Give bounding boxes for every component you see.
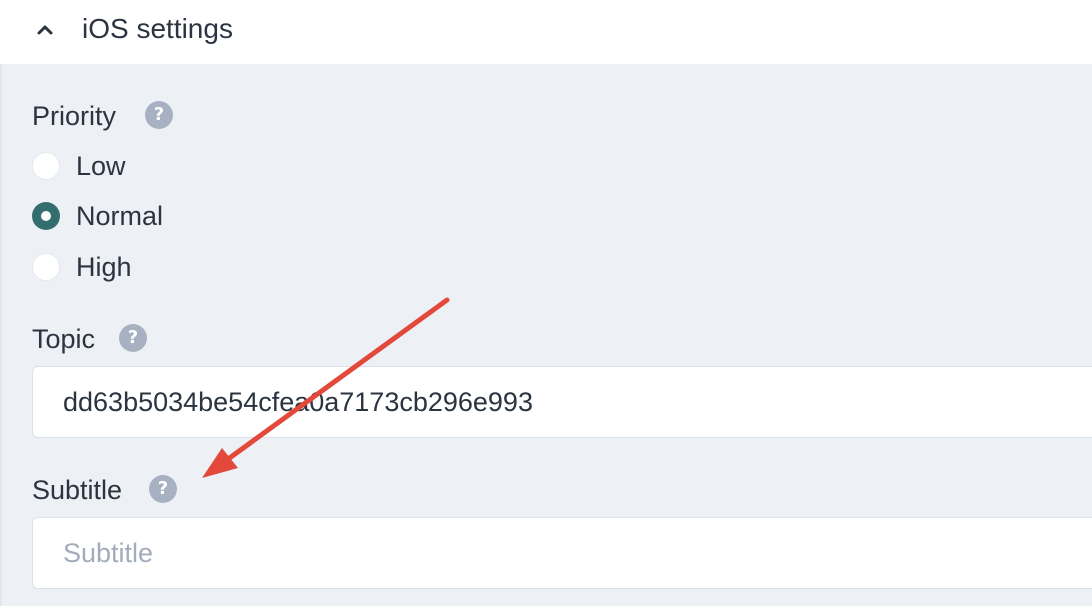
topic-help-icon[interactable]: ? (119, 324, 147, 352)
subtitle-label: Subtitle (32, 475, 123, 505)
priority-label: Priority (32, 101, 117, 131)
topic-label: Topic (32, 324, 96, 354)
priority-option-normal[interactable]: Normal (32, 199, 163, 233)
radio-high[interactable] (32, 253, 60, 281)
ios-settings-panel: Priority ? Low Normal High Topic ? Subti… (0, 64, 1092, 606)
priority-option-low[interactable]: Low (32, 149, 126, 183)
ios-settings-section-header[interactable]: iOS settings (0, 0, 1092, 64)
subtitle-input[interactable] (32, 517, 1092, 589)
radio-high-label: High (76, 252, 132, 282)
chevron-up-icon[interactable] (33, 18, 57, 42)
priority-help-icon[interactable]: ? (145, 101, 173, 129)
radio-normal-label: Normal (76, 201, 164, 231)
radio-low[interactable] (32, 152, 60, 180)
radio-normal[interactable] (32, 202, 60, 230)
topic-input[interactable] (32, 366, 1092, 438)
section-title: iOS settings (82, 13, 233, 44)
subtitle-help-icon[interactable]: ? (149, 475, 177, 503)
ios-settings-page: iOS settings Priority ? Low Normal High … (0, 0, 1092, 606)
radio-low-label: Low (76, 151, 126, 181)
priority-option-high[interactable]: High (32, 250, 132, 284)
